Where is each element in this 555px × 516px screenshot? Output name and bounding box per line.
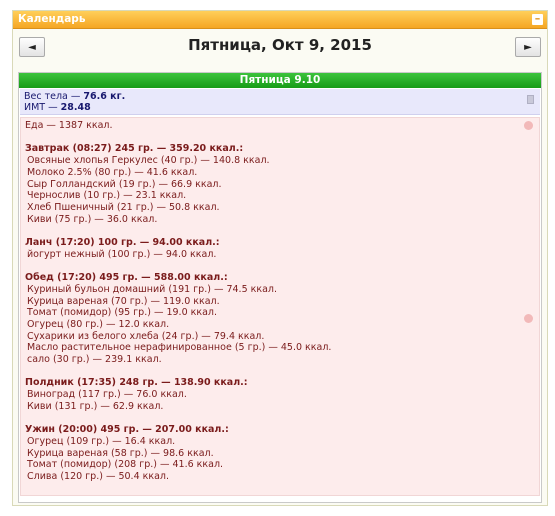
date-title: Пятница, Окт 9, 2015 xyxy=(188,36,372,54)
meal-block: Ланч (17:20) 100 гр. — 94.00 ккал.: йогур… xyxy=(25,237,535,272)
meal-block: Полдник (17:35) 248 гр. — 138.90 ккал.: В… xyxy=(25,377,535,424)
meal-block: Ужин (20:00) 495 гр. — 207.00 ккал.: Огур… xyxy=(25,424,535,483)
weight-label: Вес тела — xyxy=(24,91,84,102)
food-item: йогурт нежный (100 гр.) — 94.0 ккал. xyxy=(27,248,217,260)
food-item: Виноград (117 гр.) — 76.0 ккал. xyxy=(27,389,187,401)
meal-title: Завтрак (08:27) 245 гр. — 359.20 ккал.: xyxy=(25,143,244,155)
food-item: Масло растительное нерафинированное (5 г… xyxy=(27,342,332,354)
apple-icon[interactable] xyxy=(524,314,533,323)
meal-title: Ужин (20:00) 495 гр. — 207.00 ккал.: xyxy=(25,424,229,436)
apple-icon[interactable] xyxy=(524,121,533,130)
next-day-button[interactable]: ► xyxy=(515,37,541,57)
widget-title: Календарь xyxy=(18,13,86,25)
food-item: Чернослив (10 гр.) — 23.1 ккал. xyxy=(27,190,187,202)
food-item: Слива (120 гр.) — 50.4 ккал. xyxy=(27,471,170,483)
meal-block: Обед (17:20) 495 гр. — 588.00 ккал.: Кури… xyxy=(25,272,535,377)
day-header: Пятница 9.10 xyxy=(19,73,541,88)
food-item: Томат (помидор) (208 гр.) — 41.6 ккал. xyxy=(27,459,224,471)
food-item: Сухарики из белого хлеба (24 гр.) — 79.4… xyxy=(27,330,265,342)
food-item: Сыр Голландский (19 гр.) — 66.9 ккал. xyxy=(27,178,222,190)
weight-line: Вес тела — 76.6 кг. xyxy=(24,91,536,102)
food-item: Огурец (109 гр.) — 16.4 ккал. xyxy=(27,435,176,447)
food-item: Курица вареная (70 гр.) — 119.0 ккал. xyxy=(27,295,220,307)
food-item: Огурец (80 гр.) — 12.0 ккал. xyxy=(27,318,170,330)
food-item: Томат (помидор) (95 гр.) — 19.0 ккал. xyxy=(27,307,218,319)
widget-header: Календарь – xyxy=(13,11,547,29)
food-item: сало (30 гр.) — 239.1 ккал. xyxy=(27,354,162,366)
food-item: Хлеб Пшеничный (21 гр.) — 50.8 ккал. xyxy=(27,201,220,213)
bmi-value: 28.48 xyxy=(60,102,91,113)
meal-title: Обед (17:20) 495 гр. — 588.00 ккал.: xyxy=(25,272,228,284)
food-total: Еда — 1387 ккал. xyxy=(25,120,113,131)
food-log[interactable]: Еда — 1387 ккал. Завтрак (08:27) 245 гр.… xyxy=(20,117,540,496)
date-navigation: ◄ Пятница, Окт 9, 2015 ► xyxy=(13,32,547,72)
meal-list: Завтрак (08:27) 245 гр. — 359.20 ккал.: О… xyxy=(25,143,535,482)
meal-title: Полдник (17:35) 248 гр. — 138.90 ккал.: xyxy=(25,377,248,389)
food-item: Курица вареная (58 гр.) — 98.6 ккал. xyxy=(27,447,214,459)
food-item: Киви (75 гр.) — 36.0 ккал. xyxy=(27,213,158,225)
food-item: Молоко 2.5% (80 гр.) — 41.6 ккал. xyxy=(27,166,198,178)
day-panel: Пятница 9.10 Вес тела — 76.6 кг. ИМТ — 2… xyxy=(18,72,542,503)
food-item: Киви (131 гр.) — 62.9 ккал. xyxy=(27,400,164,412)
meal-title: Ланч (17:20) 100 гр. — 94.00 ккал.: xyxy=(25,237,220,248)
prev-day-button[interactable]: ◄ xyxy=(19,37,45,57)
calendar-widget: Календарь – ◄ Пятница, Окт 9, 2015 ► Пят… xyxy=(12,10,548,506)
bmi-line: ИМТ — 28.48 xyxy=(24,102,536,113)
collapse-button[interactable]: – xyxy=(532,13,543,25)
food-item: Овсяные хлопья Геркулес (40 гр.) — 140.8… xyxy=(27,155,270,167)
note-icon[interactable] xyxy=(527,95,534,104)
food-item: Куриный бульон домашний (191 гр.) — 74.5… xyxy=(27,283,278,295)
weight-value: 76.6 кг. xyxy=(83,91,126,102)
bmi-label: ИМТ — xyxy=(24,102,61,113)
body-stats[interactable]: Вес тела — 76.6 кг. ИМТ — 28.48 xyxy=(20,89,540,115)
meal-block: Завтрак (08:27) 245 гр. — 359.20 ккал.: О… xyxy=(25,143,535,237)
